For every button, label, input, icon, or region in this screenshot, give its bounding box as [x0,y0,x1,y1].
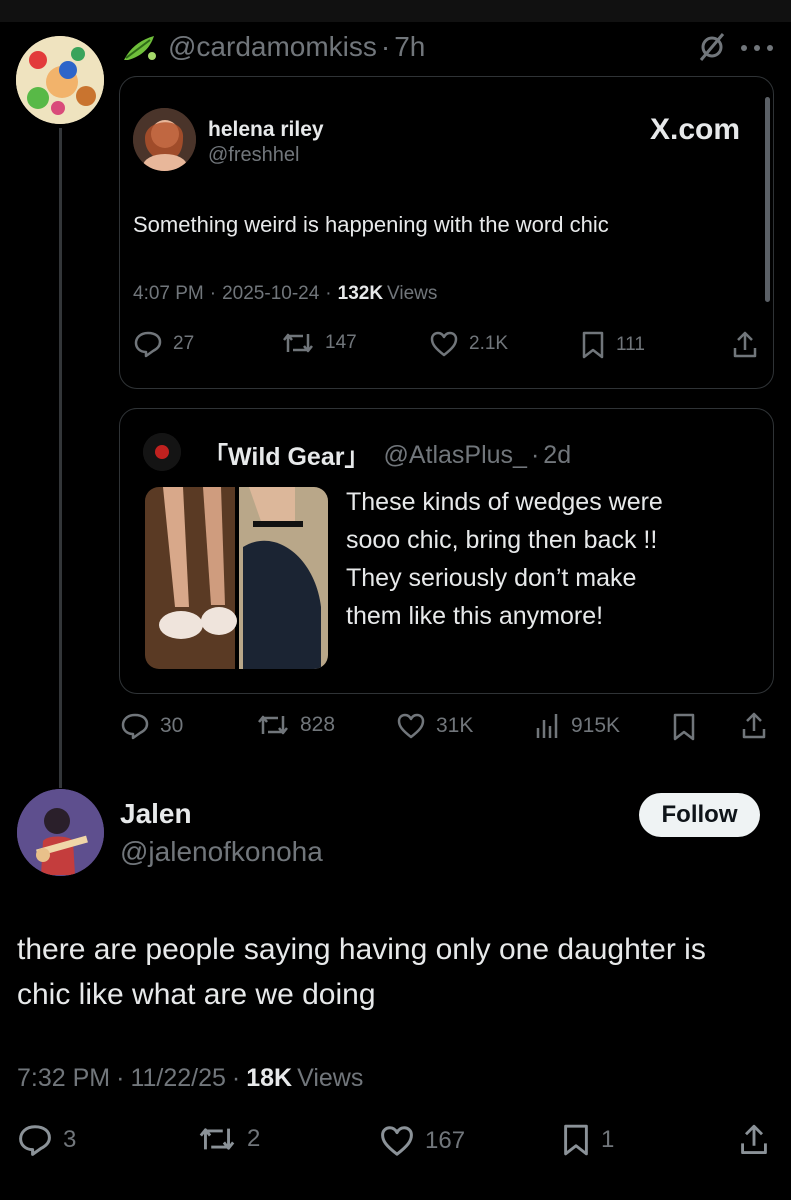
heart-icon [396,712,426,740]
reply-count: 3 [63,1126,77,1153]
post-date: 2025-10-24 [222,283,320,304]
author-handle[interactable]: @jalenofkonoha [120,836,323,868]
avatar[interactable] [17,789,104,876]
grok-icon[interactable] [697,32,727,62]
reply-button[interactable]: 3 [17,1123,76,1157]
scrollbar[interactable] [765,97,770,302]
text-line: sooo chic, bring then back !! [346,526,658,554]
post-time[interactable]: 2d [543,441,571,470]
separator-dot: · [380,31,391,62]
author-handle[interactable]: @freshhel [208,144,299,167]
repost-count: 2 [247,1125,261,1152]
like-count: 167 [425,1127,466,1154]
repost-button[interactable]: 2 [197,1124,260,1154]
reply-button[interactable]: 27 [133,330,194,358]
repost-count: 828 [300,713,336,736]
share-icon [740,711,768,741]
share-icon [731,330,759,360]
nested-quote-card[interactable]: 「Wild Gear」 @AtlasPlus_ · 2d These kinds… [119,408,774,694]
post-text: there are people saying having only one … [17,927,706,1017]
follow-button[interactable]: Follow [639,793,760,837]
post-date[interactable]: 11/22/25 [130,1064,225,1093]
post-meta: @cardamomkiss · 7h [168,31,425,63]
bookmark-button[interactable] [671,712,697,742]
thread-line [59,128,62,788]
separator-dot: · [116,1064,125,1092]
separator-dot: · [325,283,332,304]
nested-post-meta: 「Wild Gear」 @AtlasPlus_ · 2d [203,437,571,473]
author-name[interactable]: Jalen [120,798,192,830]
reply-count: 30 [160,714,184,737]
like-count: 2.1K [469,333,509,354]
heart-icon [429,330,459,358]
avatar[interactable] [143,433,181,471]
views-count: 132K [337,283,384,304]
repost-icon [256,712,290,738]
analytics-icon [535,712,561,740]
views-count: 18K [246,1064,293,1092]
post-time: 4:07 PM [133,283,204,304]
quoted-post-card[interactable]: helena riley @freshhel X.com Something w… [119,76,774,389]
share-button[interactable] [740,711,768,741]
post-meta: 4:07 PM · 2025-10-24 · 132K Views [133,283,437,305]
reply-count: 27 [173,333,195,354]
text-line: These kinds of wedges were [346,488,663,516]
post-text: Something weird is happening with the wo… [133,212,609,237]
like-button[interactable]: 2.1K [429,330,508,358]
bookmark-count: 111 [616,334,645,355]
bookmark-button[interactable]: 111 [580,330,645,360]
like-count: 31K [436,714,474,737]
leaf-icon [120,30,160,64]
bookmark-count: 1 [601,1126,615,1153]
share-button[interactable] [731,330,759,360]
repost-count: 147 [325,332,357,353]
post-image[interactable] [145,487,328,669]
author-name[interactable]: 「Wild Gear」 [203,437,369,473]
bookmark-icon [580,330,606,360]
repost-icon [281,330,315,356]
repost-button[interactable]: 828 [256,712,335,738]
status-bar [0,0,791,22]
share-button[interactable] [738,1122,770,1158]
reply-icon [120,712,150,740]
reply-icon [17,1123,53,1157]
like-button[interactable]: 167 [379,1124,465,1158]
separator-dot: · [209,283,217,304]
reply-button[interactable]: 30 [120,712,183,740]
bookmark-icon [561,1122,591,1158]
post-meta: 7:32 PM · 11/22/25 · 18K Views [17,1064,363,1093]
post-time[interactable]: 7:32 PM [17,1064,110,1093]
text-line: They seriously don’t make [346,564,637,592]
share-icon [738,1122,770,1158]
text-line: chic like what are we doing [17,978,376,1011]
nested-post-text: These kinds of wedges were sooo chic, br… [346,483,663,635]
bookmark-icon [671,712,697,742]
bookmark-button[interactable]: 1 [561,1122,614,1158]
like-button[interactable]: 31K [396,712,473,740]
brand-label: X.com [650,113,741,146]
heart-icon [379,1124,415,1158]
views-button[interactable]: 915K [535,712,620,740]
views-label: Views [297,1064,364,1092]
post-time[interactable]: 7h [394,31,425,63]
separator-dot: · [231,1064,241,1092]
author-handle[interactable]: @cardamomkiss [168,31,377,63]
text-line: them like this anymore! [346,602,604,630]
author-name[interactable]: helena riley [208,118,324,142]
reply-icon [133,330,163,358]
author-handle[interactable]: @AtlasPlus_ [369,441,527,470]
views-count: 915K [571,714,621,737]
avatar[interactable] [133,108,196,171]
views-label: Views [387,283,438,304]
separator-dot: · [530,440,540,469]
repost-icon [197,1124,237,1154]
repost-button[interactable]: 147 [281,330,357,356]
avatar[interactable] [16,36,104,124]
text-line: there are people saying having only one … [17,933,706,966]
more-icon[interactable] [740,44,774,52]
